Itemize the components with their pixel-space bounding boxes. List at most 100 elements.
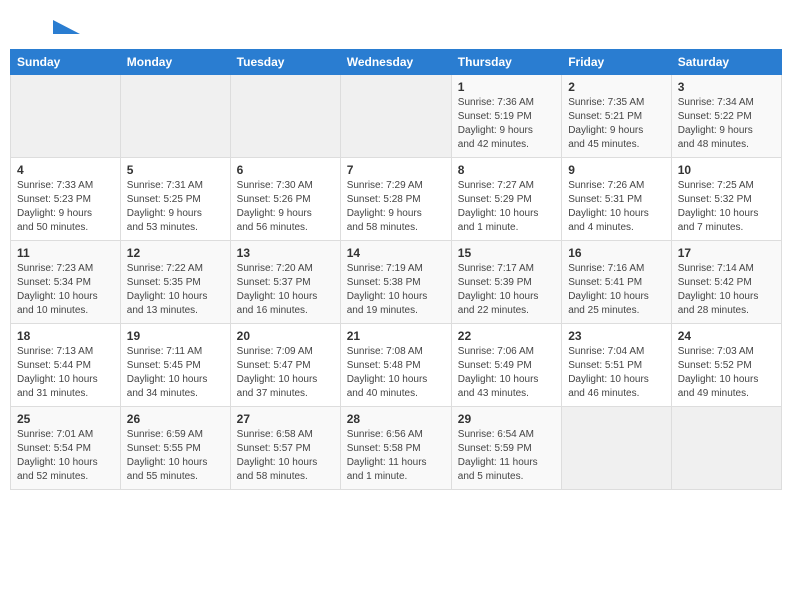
day-info: Sunrise: 7:25 AM Sunset: 5:32 PM Dayligh… [678,179,775,235]
calendar-day-cell: 29 Sunrise: 6:54 AM Sunset: 5:59 PM Dayli… [451,407,561,490]
calendar-week-row: 25 Sunrise: 7:01 AM Sunset: 5:54 PM Dayli… [11,407,782,490]
calendar-day-cell: 27 Sunrise: 6:58 AM Sunset: 5:57 PM Dayli… [230,407,340,490]
day-of-week-header: Monday [120,50,230,75]
calendar-day-cell: 22 Sunrise: 7:06 AM Sunset: 5:49 PM Dayli… [451,324,561,407]
day-number: 8 [458,163,555,177]
calendar-day-cell: 14 Sunrise: 7:19 AM Sunset: 5:38 PM Dayli… [340,241,451,324]
day-info: Sunrise: 7:14 AM Sunset: 5:42 PM Dayligh… [678,262,775,318]
day-number: 14 [347,246,445,260]
day-info: Sunrise: 7:06 AM Sunset: 5:49 PM Dayligh… [458,345,555,401]
day-number: 18 [17,329,114,343]
day-number: 5 [127,163,224,177]
calendar-day-cell: 8Sunrise: 7:27 AM Sunset: 5:29 PM Daylig… [451,158,561,241]
day-of-week-header: Thursday [451,50,561,75]
calendar-day-cell: 17Sunrise: 7:14 AM Sunset: 5:42 PM Dayli… [671,241,781,324]
day-number: 2 [568,80,665,94]
calendar-week-row: 4Sunrise: 7:33 AM Sunset: 5:23 PM Daylig… [11,158,782,241]
calendar-day-cell: 26Sunrise: 6:59 AM Sunset: 5:55 PM Dayli… [120,407,230,490]
calendar-day-cell: 18 Sunrise: 7:13 AM Sunset: 5:44 PM Dayli… [11,324,121,407]
day-number: 6 [237,163,334,177]
calendar-day-cell [562,407,672,490]
day-number: 4 [17,163,114,177]
day-info: Sunrise: 7:34 AM Sunset: 5:22 PM Dayligh… [678,96,775,152]
day-number: 19 [127,329,224,343]
day-info: Sunrise: 7:22 AM Sunset: 5:35 PM Dayligh… [127,262,224,318]
day-number: 15 [458,246,555,260]
day-number: 7 [347,163,445,177]
calendar-day-cell: 28 Sunrise: 6:56 AM Sunset: 5:58 PM Dayli… [340,407,451,490]
day-info: Sunrise: 7:26 AM Sunset: 5:31 PM Dayligh… [568,179,665,235]
day-number: 27 [237,412,334,426]
day-info: Sunrise: 6:58 AM Sunset: 5:57 PM Dayligh… [237,428,334,484]
day-number: 22 [458,329,555,343]
calendar-body: 1 Sunrise: 7:36 AM Sunset: 5:19 PM Daylig… [11,75,782,490]
day-number: 16 [568,246,665,260]
calendar-week-row: 18 Sunrise: 7:13 AM Sunset: 5:44 PM Dayli… [11,324,782,407]
calendar-week-row: 1 Sunrise: 7:36 AM Sunset: 5:19 PM Daylig… [11,75,782,158]
day-info: Sunrise: 7:09 AM Sunset: 5:47 PM Dayligh… [237,345,334,401]
calendar-day-cell [671,407,781,490]
day-number: 11 [17,246,114,260]
calendar-day-cell: 10Sunrise: 7:25 AM Sunset: 5:32 PM Dayli… [671,158,781,241]
day-info: Sunrise: 7:17 AM Sunset: 5:39 PM Dayligh… [458,262,555,318]
days-of-week-row: SundayMondayTuesdayWednesdayThursdayFrid… [11,50,782,75]
day-info: Sunrise: 7:19 AM Sunset: 5:38 PM Dayligh… [347,262,445,318]
day-number: 13 [237,246,334,260]
day-info: Sunrise: 7:23 AM Sunset: 5:34 PM Dayligh… [17,262,114,318]
day-info: Sunrise: 7:29 AM Sunset: 5:28 PM Dayligh… [347,179,445,235]
calendar-day-cell [340,75,451,158]
day-info: Sunrise: 7:35 AM Sunset: 5:21 PM Dayligh… [568,96,665,152]
day-info: Sunrise: 7:03 AM Sunset: 5:52 PM Dayligh… [678,345,775,401]
day-of-week-header: Tuesday [230,50,340,75]
day-info: Sunrise: 6:59 AM Sunset: 5:55 PM Dayligh… [127,428,224,484]
day-of-week-header: Saturday [671,50,781,75]
calendar-day-cell: 6 Sunrise: 7:30 AM Sunset: 5:26 PM Daylig… [230,158,340,241]
day-info: Sunrise: 6:56 AM Sunset: 5:58 PM Dayligh… [347,428,445,484]
calendar-day-cell [230,75,340,158]
calendar-day-cell: 12 Sunrise: 7:22 AM Sunset: 5:35 PM Dayli… [120,241,230,324]
day-of-week-header: Wednesday [340,50,451,75]
day-info: Sunrise: 7:20 AM Sunset: 5:37 PM Dayligh… [237,262,334,318]
day-info: Sunrise: 7:36 AM Sunset: 5:19 PM Dayligh… [458,96,555,152]
calendar-week-row: 11 Sunrise: 7:23 AM Sunset: 5:34 PM Dayli… [11,241,782,324]
day-number: 21 [347,329,445,343]
calendar-day-cell: 1 Sunrise: 7:36 AM Sunset: 5:19 PM Daylig… [451,75,561,158]
day-number: 1 [458,80,555,94]
calendar-day-cell: 21 Sunrise: 7:08 AM Sunset: 5:48 PM Dayli… [340,324,451,407]
calendar-day-cell: 24 Sunrise: 7:03 AM Sunset: 5:52 PM Dayli… [671,324,781,407]
day-info: Sunrise: 7:04 AM Sunset: 5:51 PM Dayligh… [568,345,665,401]
calendar-day-cell: 7 Sunrise: 7:29 AM Sunset: 5:28 PM Daylig… [340,158,451,241]
day-number: 12 [127,246,224,260]
calendar-day-cell: 4Sunrise: 7:33 AM Sunset: 5:23 PM Daylig… [11,158,121,241]
day-info: Sunrise: 7:30 AM Sunset: 5:26 PM Dayligh… [237,179,334,235]
logo [25,20,80,39]
calendar-day-cell: 15 Sunrise: 7:17 AM Sunset: 5:39 PM Dayli… [451,241,561,324]
day-info: Sunrise: 7:01 AM Sunset: 5:54 PM Dayligh… [17,428,114,484]
day-info: Sunrise: 7:13 AM Sunset: 5:44 PM Dayligh… [17,345,114,401]
day-number: 9 [568,163,665,177]
calendar-day-cell: 9 Sunrise: 7:26 AM Sunset: 5:31 PM Daylig… [562,158,672,241]
calendar-day-cell: 11 Sunrise: 7:23 AM Sunset: 5:34 PM Dayli… [11,241,121,324]
calendar-day-cell: 5 Sunrise: 7:31 AM Sunset: 5:25 PM Daylig… [120,158,230,241]
calendar-day-cell [120,75,230,158]
calendar-day-cell: 16 Sunrise: 7:16 AM Sunset: 5:41 PM Dayli… [562,241,672,324]
logo-icon [25,20,80,34]
day-of-week-header: Friday [562,50,672,75]
day-number: 29 [458,412,555,426]
day-info: Sunrise: 7:31 AM Sunset: 5:25 PM Dayligh… [127,179,224,235]
day-number: 28 [347,412,445,426]
day-number: 25 [17,412,114,426]
day-info: Sunrise: 7:16 AM Sunset: 5:41 PM Dayligh… [568,262,665,318]
day-number: 24 [678,329,775,343]
calendar-day-cell: 13 Sunrise: 7:20 AM Sunset: 5:37 PM Dayli… [230,241,340,324]
day-number: 23 [568,329,665,343]
calendar-day-cell: 23 Sunrise: 7:04 AM Sunset: 5:51 PM Dayli… [562,324,672,407]
day-info: Sunrise: 6:54 AM Sunset: 5:59 PM Dayligh… [458,428,555,484]
day-of-week-header: Sunday [11,50,121,75]
day-info: Sunrise: 7:11 AM Sunset: 5:45 PM Dayligh… [127,345,224,401]
page-header [10,10,782,44]
calendar-day-cell: 2 Sunrise: 7:35 AM Sunset: 5:21 PM Daylig… [562,75,672,158]
day-info: Sunrise: 7:08 AM Sunset: 5:48 PM Dayligh… [347,345,445,401]
calendar-day-cell: 19 Sunrise: 7:11 AM Sunset: 5:45 PM Dayli… [120,324,230,407]
day-number: 20 [237,329,334,343]
